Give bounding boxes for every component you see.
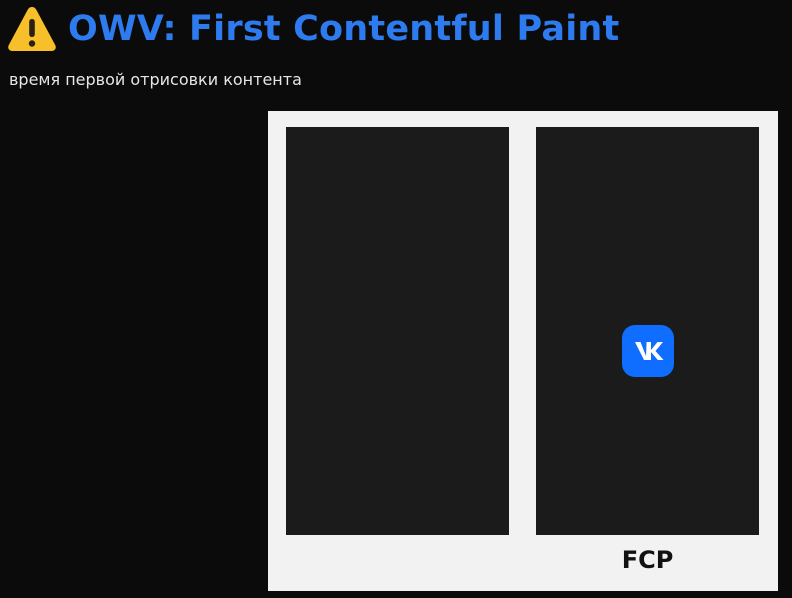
frame-before-fcp bbox=[286, 127, 509, 535]
warning-icon bbox=[8, 7, 56, 51]
vk-logo-icon bbox=[622, 325, 674, 377]
filmstrip-frame: FCP bbox=[268, 111, 778, 591]
slide-subtitle: время первой отрисовки контента bbox=[9, 70, 302, 89]
fcp-label: FCP bbox=[621, 546, 674, 574]
slide-header: OWV: First Contentful Paint bbox=[6, 2, 619, 56]
slide-title: OWV: First Contentful Paint bbox=[68, 8, 620, 49]
